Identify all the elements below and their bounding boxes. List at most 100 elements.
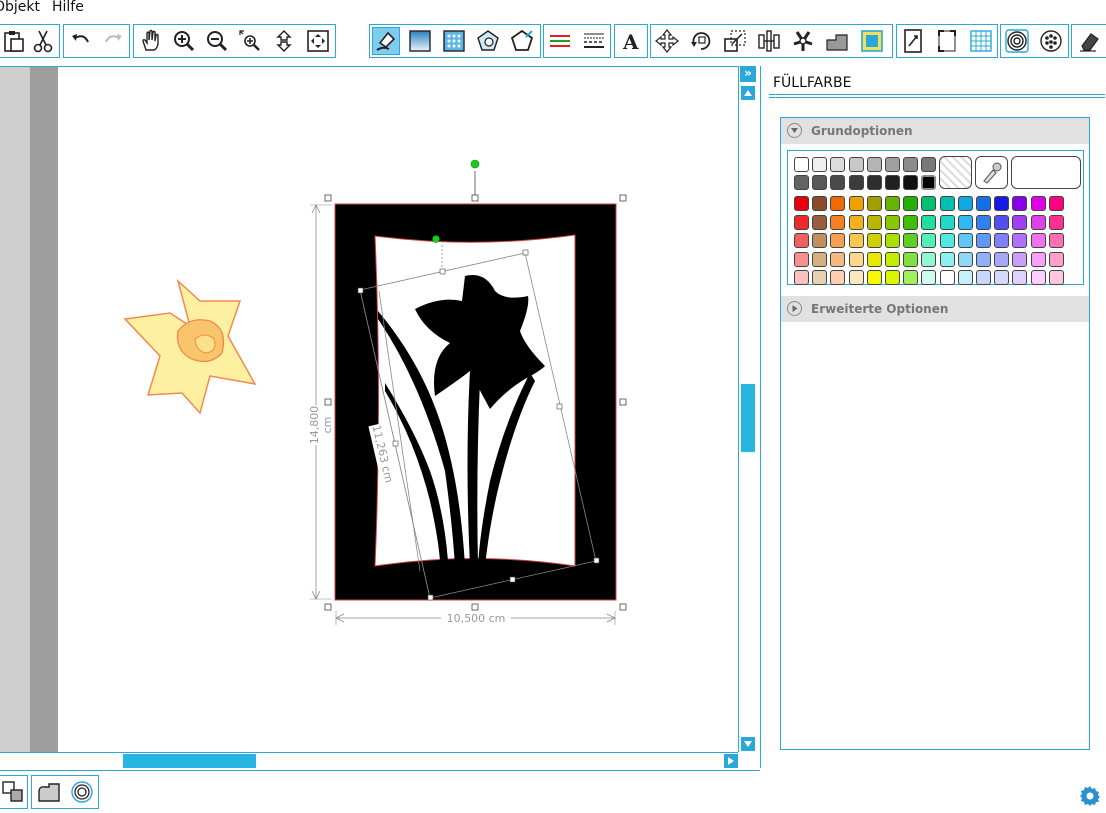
- color-swatch[interactable]: [957, 251, 973, 267]
- color-swatch[interactable]: [1030, 251, 1046, 267]
- color-swatch[interactable]: [885, 174, 900, 190]
- color-swatch[interactable]: [794, 196, 809, 211]
- paste-button[interactable]: [0, 27, 28, 55]
- line-color-button[interactable]: [508, 27, 536, 55]
- color-swatch[interactable]: [939, 270, 955, 285]
- color-swatch[interactable]: [812, 270, 828, 285]
- mirror-tool-button[interactable]: [858, 27, 886, 55]
- color-swatch[interactable]: [994, 233, 1010, 248]
- color-swatch[interactable]: [921, 196, 937, 211]
- color-swatch[interactable]: [1012, 270, 1028, 285]
- rotate-handle-inner[interactable]: [432, 235, 440, 243]
- advanced-fill-button[interactable]: [474, 27, 502, 55]
- daffodil-shape[interactable]: [123, 278, 257, 415]
- replicate-tool-button[interactable]: [789, 27, 817, 55]
- color-swatch[interactable]: [903, 174, 919, 190]
- color-swatch[interactable]: [794, 251, 809, 267]
- color-swatch[interactable]: [812, 157, 828, 172]
- color-swatch[interactable]: [830, 196, 846, 211]
- color-swatch[interactable]: [994, 214, 1010, 230]
- color-swatch[interactable]: [903, 251, 919, 267]
- scale-tool-button[interactable]: [721, 27, 749, 55]
- color-swatch[interactable]: [830, 233, 846, 248]
- zoom-out-button[interactable]: [203, 27, 231, 55]
- line-width-button[interactable]: [580, 27, 608, 55]
- color-swatch[interactable]: [994, 196, 1010, 211]
- color-swatch[interactable]: [866, 251, 882, 267]
- text-tool-button[interactable]: A: [617, 27, 645, 55]
- color-swatch[interactable]: [976, 196, 991, 211]
- color-swatch[interactable]: [848, 214, 864, 230]
- color-swatch[interactable]: [939, 233, 955, 248]
- color-swatch[interactable]: [957, 233, 973, 248]
- color-swatch[interactable]: [830, 214, 846, 230]
- color-swatch[interactable]: [976, 214, 991, 230]
- color-swatch[interactable]: [1048, 270, 1064, 285]
- color-swatch[interactable]: [957, 196, 973, 211]
- color-swatch[interactable]: [812, 214, 828, 230]
- color-swatch[interactable]: [994, 251, 1010, 267]
- menu-item-objekt[interactable]: Objekt: [0, 0, 40, 15]
- basic-options-header[interactable]: Grundoptionen: [781, 118, 1089, 144]
- color-swatch[interactable]: [921, 174, 937, 190]
- registration-marks-button[interactable]: [933, 27, 961, 55]
- color-swatch[interactable]: [866, 233, 882, 248]
- offset-button[interactable]: [1003, 27, 1031, 55]
- color-swatch[interactable]: [939, 251, 955, 267]
- color-swatch[interactable]: [885, 196, 900, 211]
- modify-tool-button[interactable]: [823, 27, 851, 55]
- scroll-down-arrow-icon[interactable]: [741, 737, 755, 751]
- offset-bottom-button[interactable]: [68, 778, 96, 806]
- color-swatch[interactable]: [1048, 251, 1064, 267]
- color-swatch[interactable]: [885, 251, 900, 267]
- color-swatch[interactable]: [1012, 214, 1028, 230]
- advanced-options-header[interactable]: Erweiterte Optionen: [781, 296, 1089, 322]
- color-swatch[interactable]: [1012, 251, 1028, 267]
- color-swatch[interactable]: [885, 233, 900, 248]
- gradient-button[interactable]: [406, 27, 434, 55]
- color-swatch[interactable]: [994, 270, 1010, 285]
- color-swatch[interactable]: [921, 157, 937, 172]
- fill-pattern-button[interactable]: [440, 27, 468, 55]
- zoom-in-button[interactable]: [170, 27, 198, 55]
- horizontal-scrollbar[interactable]: [0, 752, 738, 769]
- color-swatch[interactable]: [885, 214, 900, 230]
- color-swatch[interactable]: [1030, 233, 1046, 248]
- color-swatch[interactable]: [812, 196, 828, 211]
- color-swatch[interactable]: [830, 157, 846, 172]
- color-swatch[interactable]: [848, 174, 864, 190]
- eyedropper-button[interactable]: [975, 156, 1008, 189]
- page-setup-button[interactable]: [899, 27, 927, 55]
- cut-button[interactable]: [29, 27, 57, 55]
- color-swatch[interactable]: [794, 233, 809, 248]
- current-color-preview[interactable]: [1011, 156, 1081, 189]
- undo-button[interactable]: [67, 27, 95, 55]
- zoom-fit-all-button[interactable]: [304, 27, 332, 55]
- eraser-button[interactable]: [1075, 27, 1103, 55]
- color-swatch[interactable]: [1048, 233, 1064, 248]
- hscroll-thumb[interactable]: [123, 754, 256, 768]
- no-fill-swatch[interactable]: [939, 156, 972, 189]
- color-swatch[interactable]: [921, 270, 937, 285]
- color-swatch[interactable]: [921, 251, 937, 267]
- scroll-right-arrow-icon[interactable]: [724, 754, 738, 768]
- color-swatch[interactable]: [1030, 270, 1046, 285]
- color-swatch[interactable]: [885, 270, 900, 285]
- group-objects-button[interactable]: [0, 778, 27, 806]
- rotate-tool-button[interactable]: [687, 27, 715, 55]
- color-swatch[interactable]: [848, 196, 864, 211]
- color-swatch[interactable]: [1030, 196, 1046, 211]
- color-swatch[interactable]: [812, 251, 828, 267]
- color-swatch[interactable]: [866, 157, 882, 172]
- menu-item-hilfe[interactable]: Hilfe: [52, 0, 84, 15]
- zoom-fit-page-button[interactable]: [270, 27, 298, 55]
- color-swatch[interactable]: [903, 233, 919, 248]
- line-style-button[interactable]: [546, 27, 574, 55]
- scroll-up-arrow-icon[interactable]: [741, 86, 755, 100]
- color-swatch[interactable]: [794, 214, 809, 230]
- color-swatch[interactable]: [848, 270, 864, 285]
- color-swatch[interactable]: [848, 233, 864, 248]
- color-swatch[interactable]: [830, 270, 846, 285]
- color-swatch[interactable]: [903, 214, 919, 230]
- color-swatch[interactable]: [921, 233, 937, 248]
